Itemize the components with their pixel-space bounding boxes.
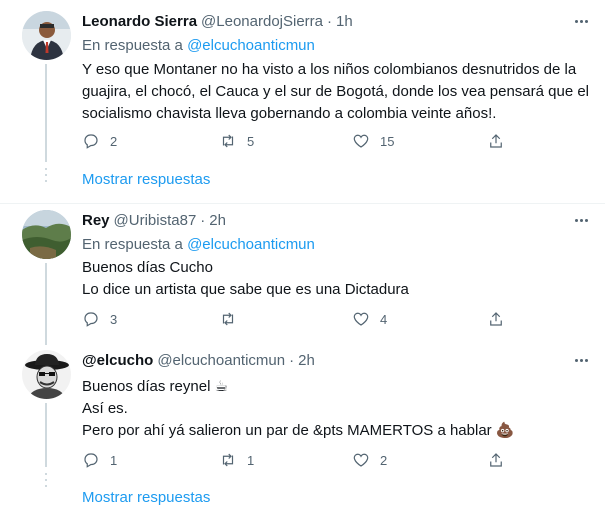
share-button[interactable] (487, 131, 505, 151)
heart-icon (353, 312, 369, 326)
tweet-text-segment: Buenos días reynel (82, 378, 211, 395)
share-icon (490, 453, 502, 467)
reply-icon (84, 312, 98, 327)
share-button[interactable] (487, 309, 505, 329)
reply-count: 3 (110, 311, 118, 327)
tweet-leonardo[interactable]: Leonardo Sierra @LeonardojSierra · 1h En… (0, 0, 605, 203)
landscape-photo-icon (22, 210, 71, 259)
tweet-header: Leonardo Sierra @LeonardojSierra · 1h (82, 11, 353, 31)
like-button[interactable]: 2 (352, 450, 387, 470)
like-button[interactable]: 15 (352, 131, 394, 151)
user-handle[interactable]: @LeonardojSierra (201, 13, 323, 30)
retweet-button[interactable]: 5 (219, 131, 254, 151)
tweet-text: Y eso que Montaner no ha visto a los niñ… (82, 59, 589, 125)
retweet-count: 5 (247, 133, 255, 149)
separator-dot: · (289, 351, 295, 369)
like-count: 4 (380, 311, 388, 327)
tweet-text-line: Y eso que Montaner no ha visto a los niñ… (82, 61, 577, 78)
reply-button[interactable]: 2 (82, 131, 117, 151)
like-count: 15 (380, 133, 395, 149)
tweet-actions: 1 1 2 (82, 450, 512, 470)
coffee-emoji-icon: ☕ (214, 378, 229, 395)
thread-line (45, 64, 47, 162)
retweet-count: 1 (247, 452, 255, 468)
tweet-text: Buenos días Cucho Lo dice un artista que… (82, 257, 587, 301)
tweet-text-line: Así es. (82, 400, 128, 417)
user-handle[interactable]: @Uribista87 (114, 212, 197, 229)
share-icon (490, 312, 502, 326)
show-replies-link[interactable]: Mostrar respuestas (82, 489, 210, 506)
reply-mention-link[interactable]: @elcuchoanticmun (187, 37, 315, 54)
timestamp[interactable]: 1h (336, 13, 353, 30)
tweet-text-line: Lo dice un artista que sabe que es una D… (82, 281, 409, 298)
timestamp[interactable]: 2h (209, 212, 226, 229)
thread-line (45, 263, 47, 345)
thread-line (45, 403, 47, 467)
thread-ellipsis[interactable] (45, 473, 47, 491)
display-name[interactable]: @elcucho (82, 352, 153, 369)
reply-icon (84, 453, 98, 468)
reply-context: En respuesta a @elcuchoanticmun (82, 236, 315, 253)
like-count: 2 (380, 452, 388, 468)
more-options-icon[interactable] (571, 210, 591, 230)
avatar[interactable] (22, 350, 71, 399)
reply-count: 1 (110, 452, 118, 468)
heart-icon (353, 453, 369, 467)
reply-mention-link[interactable]: @elcuchoanticmun (187, 236, 315, 253)
profile-photo-icon (22, 11, 71, 60)
tweet-rey[interactable]: Rey @Uribista87 · 2h En respuesta a @elc… (0, 204, 605, 345)
tweet-text: Buenos días reynel ☕ Así es. Pero por ah… (82, 376, 587, 442)
hat-man-drawing-icon (22, 350, 71, 399)
display-name[interactable]: Leonardo Sierra (82, 13, 197, 30)
tweet-text-segment: Pero por ahí yá salieron un par de &pts … (82, 422, 492, 439)
reply-button[interactable]: 1 (82, 450, 117, 470)
share-icon (490, 134, 502, 148)
share-button[interactable] (487, 450, 505, 470)
separator-dot: · (200, 211, 206, 229)
retweet-icon (222, 312, 234, 326)
tweet-text-line: socialismo chavista lleva gobernando a c… (82, 105, 497, 122)
reply-prefix: En respuesta a (82, 37, 183, 54)
timestamp[interactable]: 2h (298, 352, 315, 369)
retweet-button[interactable] (219, 309, 247, 329)
separator-dot: · (327, 12, 333, 30)
heart-icon (353, 134, 369, 148)
user-handle[interactable]: @elcuchoanticmun (157, 352, 285, 369)
reply-prefix: En respuesta a (82, 236, 183, 253)
tweet-text-line: Buenos días Cucho (82, 259, 213, 276)
poop-emoji-icon: 💩 (495, 422, 515, 439)
display-name[interactable]: Rey (82, 212, 110, 229)
reply-count: 2 (110, 133, 118, 149)
retweet-button[interactable]: 1 (219, 450, 254, 470)
tweet-text-line: guajira, el chocó, el Cauca y el sur de … (82, 83, 589, 100)
tweet-text-line: Buenos días reynel ☕ (82, 376, 587, 398)
more-options-icon[interactable] (571, 11, 591, 31)
tweet-elcucho[interactable]: @elcucho @elcuchoanticmun · 2h Buenos dí… (0, 345, 605, 511)
thread-ellipsis[interactable] (45, 168, 47, 186)
avatar[interactable] (22, 11, 71, 60)
more-options-icon[interactable] (571, 350, 591, 370)
reply-context: En respuesta a @elcuchoanticmun (82, 37, 315, 54)
show-replies-link[interactable]: Mostrar respuestas (82, 171, 210, 188)
tweet-header: Rey @Uribista87 · 2h (82, 210, 226, 230)
tweet-actions: 2 5 15 (82, 131, 512, 151)
reply-icon (84, 134, 98, 149)
avatar[interactable] (22, 210, 71, 259)
tweet-actions: 3 4 (82, 309, 512, 329)
tweet-text-line: Pero por ahí yá salieron un par de &pts … (82, 420, 587, 442)
retweet-icon (222, 134, 234, 148)
reply-button[interactable]: 3 (82, 309, 117, 329)
retweet-icon (222, 453, 234, 467)
like-button[interactable]: 4 (352, 309, 387, 329)
tweet-header: @elcucho @elcuchoanticmun · 2h (82, 350, 315, 370)
